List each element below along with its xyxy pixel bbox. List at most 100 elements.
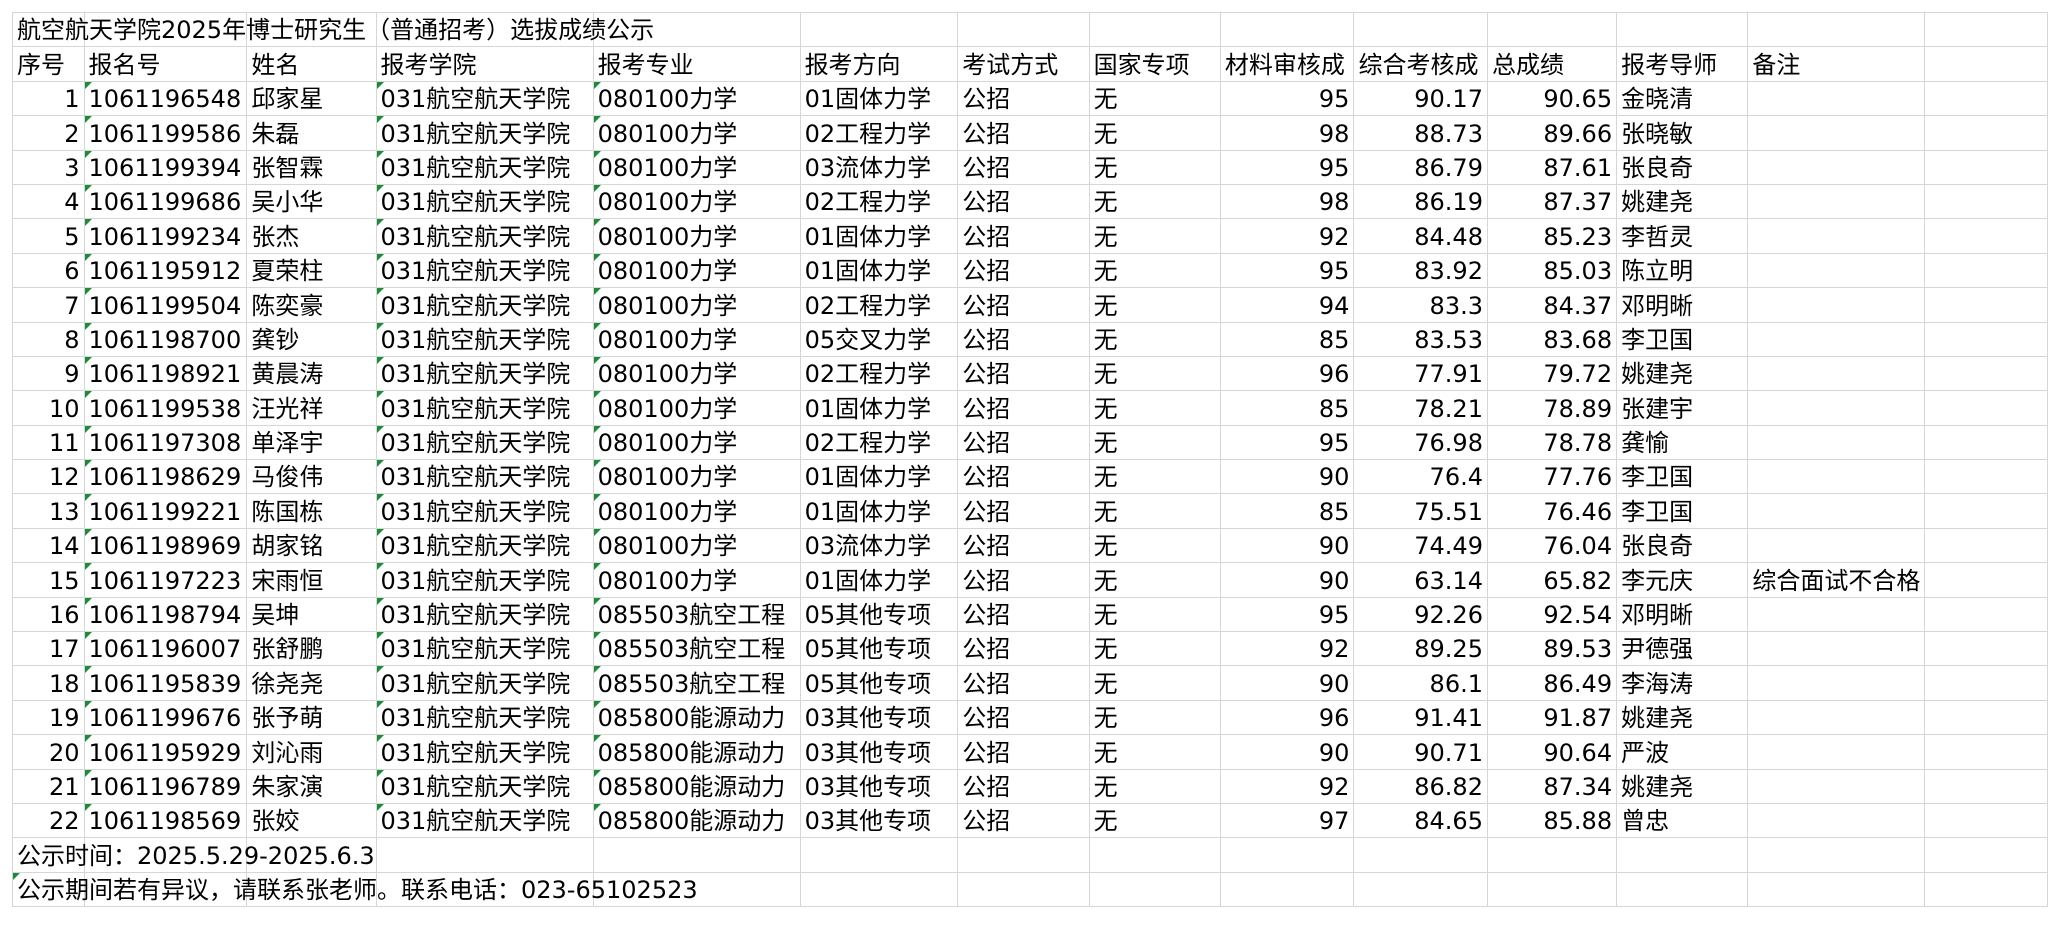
data-cell[interactable]: 姚建尧: [1616, 183, 1749, 220]
data-cell[interactable]: 6: [12, 252, 85, 289]
empty-cell[interactable]: [1616, 11, 1749, 48]
empty-cell[interactable]: [957, 871, 1090, 908]
data-cell[interactable]: 21: [12, 768, 85, 804]
data-cell[interactable]: 无: [1088, 424, 1221, 461]
data-cell[interactable]: 1061198794: [83, 596, 248, 633]
data-cell[interactable]: 1: [12, 80, 85, 117]
data-cell[interactable]: [1747, 665, 1926, 701]
data-cell[interactable]: 12: [12, 459, 85, 495]
data-cell[interactable]: [1747, 252, 1926, 289]
data-cell[interactable]: 86.19: [1353, 183, 1488, 220]
data-cell[interactable]: 080100力学: [592, 149, 801, 185]
data-cell[interactable]: 1061195912: [83, 252, 248, 289]
data-cell[interactable]: 95: [1219, 424, 1355, 461]
empty-cell[interactable]: [1924, 871, 2048, 908]
data-cell[interactable]: 87.34: [1486, 768, 1618, 804]
data-cell[interactable]: 97: [1219, 802, 1355, 839]
column-header[interactable]: 综合考核成: [1353, 46, 1488, 82]
data-cell[interactable]: 01固体力学: [799, 390, 959, 426]
data-cell[interactable]: 90: [1219, 459, 1355, 495]
empty-cell[interactable]: [1486, 871, 1618, 908]
data-cell[interactable]: 1061198969: [83, 527, 248, 564]
data-cell[interactable]: 031航空航天学院: [375, 527, 594, 564]
column-header[interactable]: 报名号: [83, 46, 248, 82]
column-header[interactable]: 报考专业: [592, 46, 801, 82]
data-cell[interactable]: 严波: [1616, 734, 1749, 770]
data-cell[interactable]: 1061195839: [83, 665, 248, 701]
data-cell[interactable]: 公招: [957, 80, 1090, 117]
column-header[interactable]: 报考学院: [375, 46, 594, 82]
data-cell[interactable]: 姚建尧: [1616, 699, 1749, 736]
data-cell[interactable]: 85.03: [1486, 252, 1618, 289]
data-cell[interactable]: 陈奕豪: [246, 287, 377, 323]
data-cell[interactable]: 03流体力学: [799, 527, 959, 564]
data-cell[interactable]: 02工程力学: [799, 287, 959, 323]
data-cell[interactable]: 1061199586: [83, 115, 248, 151]
data-cell[interactable]: 吴小华: [246, 183, 377, 220]
empty-cell[interactable]: [1924, 562, 2048, 598]
data-cell[interactable]: 031航空航天学院: [375, 665, 594, 701]
data-cell[interactable]: 公招: [957, 459, 1090, 495]
data-cell[interactable]: 78.21: [1353, 390, 1488, 426]
data-cell[interactable]: [1747, 321, 1926, 357]
empty-cell[interactable]: [1924, 355, 2048, 392]
empty-cell[interactable]: [1924, 115, 2048, 151]
data-cell[interactable]: 031航空航天学院: [375, 631, 594, 667]
empty-cell[interactable]: [1924, 699, 2048, 736]
empty-cell[interactable]: [1924, 80, 2048, 117]
data-cell[interactable]: 1061199221: [83, 493, 248, 529]
data-cell[interactable]: 张建宇: [1616, 390, 1749, 426]
data-cell[interactable]: 78.89: [1486, 390, 1618, 426]
empty-cell[interactable]: [246, 871, 377, 908]
data-cell[interactable]: 031航空航天学院: [375, 802, 594, 839]
data-cell[interactable]: 92.54: [1486, 596, 1618, 633]
empty-cell[interactable]: [1924, 527, 2048, 564]
empty-cell[interactable]: [592, 837, 801, 873]
empty-cell[interactable]: [957, 837, 1090, 873]
empty-cell[interactable]: [1088, 11, 1221, 48]
data-cell[interactable]: 李哲灵: [1616, 218, 1749, 254]
column-header[interactable]: 国家专项: [1088, 46, 1221, 82]
empty-cell[interactable]: [1353, 11, 1488, 48]
empty-cell[interactable]: [1353, 837, 1488, 873]
empty-cell[interactable]: [1353, 871, 1488, 908]
data-cell[interactable]: 76.04: [1486, 527, 1618, 564]
empty-cell[interactable]: [375, 871, 594, 908]
data-cell[interactable]: [1747, 218, 1926, 254]
empty-cell[interactable]: [1486, 11, 1618, 48]
data-cell[interactable]: 02工程力学: [799, 183, 959, 220]
data-cell[interactable]: 无: [1088, 699, 1221, 736]
data-cell[interactable]: 公招: [957, 218, 1090, 254]
data-cell[interactable]: 91.41: [1353, 699, 1488, 736]
data-cell[interactable]: 尹德强: [1616, 631, 1749, 667]
data-cell[interactable]: 02工程力学: [799, 355, 959, 392]
data-cell[interactable]: 92: [1219, 218, 1355, 254]
data-cell[interactable]: 公招: [957, 287, 1090, 323]
publish-time-cell[interactable]: 公示时间：2025.5.29-2025.6.3: [12, 837, 375, 873]
data-cell[interactable]: 080100力学: [592, 321, 801, 357]
data-cell[interactable]: 85.23: [1486, 218, 1618, 254]
sheet-title-cell[interactable]: 航空航天学院2025年博士研究生（普通招考）选拔成绩公示: [12, 11, 654, 48]
data-cell[interactable]: [1747, 527, 1926, 564]
column-header[interactable]: 考试方式: [957, 46, 1090, 82]
data-cell[interactable]: [1747, 802, 1926, 839]
data-cell[interactable]: 031航空航天学院: [375, 562, 594, 598]
contact-cell[interactable]: 公示期间若有异议，请联系张老师。联系电话：023-65102523: [12, 871, 698, 908]
data-cell[interactable]: 1061199538: [83, 390, 248, 426]
data-cell[interactable]: 01固体力学: [799, 562, 959, 598]
data-cell[interactable]: 8: [12, 321, 85, 357]
data-cell[interactable]: 080100力学: [592, 115, 801, 151]
data-cell[interactable]: 1061197223: [83, 562, 248, 598]
data-cell[interactable]: 080100力学: [592, 252, 801, 289]
data-cell[interactable]: 031航空航天学院: [375, 183, 594, 220]
empty-cell[interactable]: [799, 837, 959, 873]
data-cell[interactable]: 83.92: [1353, 252, 1488, 289]
data-cell[interactable]: 张良奇: [1616, 527, 1749, 564]
data-cell[interactable]: 13: [12, 493, 85, 529]
empty-cell[interactable]: [1219, 871, 1355, 908]
data-cell[interactable]: 李海涛: [1616, 665, 1749, 701]
data-cell[interactable]: 无: [1088, 149, 1221, 185]
data-cell[interactable]: 11: [12, 424, 85, 461]
data-cell[interactable]: 94: [1219, 287, 1355, 323]
data-cell[interactable]: 公招: [957, 631, 1090, 667]
